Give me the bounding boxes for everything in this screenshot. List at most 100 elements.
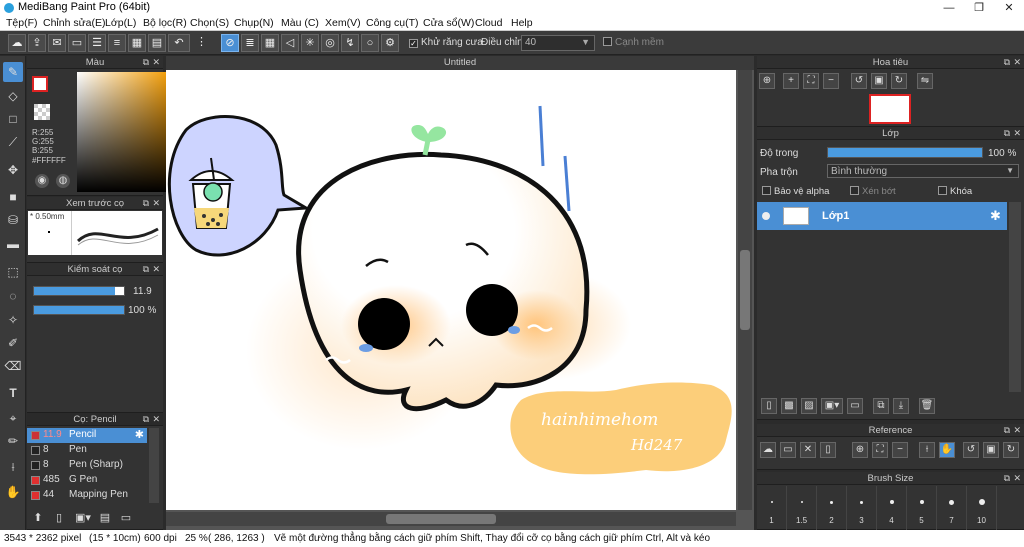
brush-size-preset[interactable]: 7 xyxy=(937,486,967,530)
layer-add-menu-icon[interactable]: ▣▾ xyxy=(821,398,843,414)
zoom-icon[interactable]: ⊕ xyxy=(852,442,868,458)
sharp-edge-checkbox[interactable]: Cạnh mềm xyxy=(603,37,664,48)
menu-window[interactable]: Cửa sổ(W) xyxy=(423,17,474,29)
brush-menu-icon[interactable]: ▣▾ xyxy=(73,511,93,527)
layer-row[interactable]: Lớp1 ✱ xyxy=(757,202,1007,230)
menu-edit[interactable]: Chỉnh sửa(E) xyxy=(43,17,105,29)
popout-icon[interactable]: ⧉ xyxy=(143,197,149,210)
parallel-snap-icon[interactable]: ≣ xyxy=(241,34,259,52)
adjust-dropdown[interactable]: 40 ▼ xyxy=(521,35,595,51)
rectangle-tool-icon[interactable]: □ xyxy=(3,109,23,129)
maximize-button[interactable]: ❐ xyxy=(964,0,994,16)
navigator-thumbnail[interactable] xyxy=(869,94,911,124)
circle-snap-icon[interactable]: ○ xyxy=(361,34,379,52)
fit-icon[interactable]: ⛶ xyxy=(803,73,819,89)
layer-opacity-slider[interactable] xyxy=(827,147,983,158)
new-brush-icon[interactable]: ▯ xyxy=(51,511,67,527)
brush-tool-icon[interactable]: ✎ xyxy=(3,62,23,82)
rotate-right-icon[interactable]: ↻ xyxy=(891,73,907,89)
color-wheel-icon[interactable]: ◍ xyxy=(56,174,70,188)
menu-cloud[interactable]: Cloud xyxy=(475,17,502,29)
select-tool-icon[interactable]: ⬚ xyxy=(3,262,23,282)
divide-tool-icon[interactable]: ✏ xyxy=(3,431,23,451)
popout-icon[interactable]: ⧉ xyxy=(1004,424,1010,437)
new-layer-icon[interactable]: ▯ xyxy=(761,398,777,414)
brush-list-item[interactable]: 11.9 Pencil ✱ xyxy=(27,428,147,443)
merge-layer-icon[interactable]: ⤓ xyxy=(893,398,909,414)
brush-size-preset[interactable]: 1 xyxy=(757,486,787,530)
brush-size-preset[interactable]: 1.5 xyxy=(787,486,817,530)
vanishing-snap-icon[interactable]: ◁ xyxy=(281,34,299,52)
folder-icon[interactable]: ▭ xyxy=(118,511,134,527)
brush-size-preset[interactable]: 10 xyxy=(967,486,997,530)
brush-size-preset[interactable]: 5 xyxy=(907,486,937,530)
layout-icon[interactable]: ▤ xyxy=(148,34,166,52)
horizontal-scroll-thumb[interactable] xyxy=(386,514,496,524)
brush-list-item[interactable]: 8 Pen xyxy=(27,443,147,458)
menu-select[interactable]: Chọn(S) xyxy=(190,17,229,29)
comment-icon[interactable]: ▭ xyxy=(68,34,86,52)
menu-snap[interactable]: Chụp(N) xyxy=(234,17,274,29)
brush-size-preset[interactable]: 3 xyxy=(847,486,877,530)
hand-tool-icon[interactable]: ✋ xyxy=(3,482,23,502)
gradient-tool-icon[interactable]: ▬ xyxy=(3,234,23,254)
zoom-out-icon[interactable]: − xyxy=(892,442,908,458)
popout-icon[interactable]: ⧉ xyxy=(1004,56,1010,69)
saturation-value-picker[interactable] xyxy=(77,72,171,192)
close-icon[interactable]: ✕ xyxy=(152,413,160,426)
brush-list-item[interactable]: 485 G Pen xyxy=(27,473,147,488)
text-tool-icon[interactable]: T xyxy=(3,383,23,403)
menu-file[interactable]: Tệp(F) xyxy=(6,17,38,29)
close-icon[interactable]: ✕ xyxy=(1013,472,1021,485)
cloud-icon[interactable]: ☁ xyxy=(8,34,26,52)
menu-view[interactable]: Xem(V) xyxy=(325,17,361,29)
delete-layer-icon[interactable]: 🗑 xyxy=(919,398,935,414)
foreground-color-swatch[interactable] xyxy=(32,76,48,92)
close-icon[interactable]: ✕ xyxy=(152,197,160,210)
radial-snap-icon[interactable]: ✳ xyxy=(301,34,319,52)
zoom-out-icon[interactable]: − xyxy=(823,73,839,89)
lock-checkbox[interactable]: Khóa xyxy=(938,186,972,197)
magic-wand-icon[interactable]: ✧ xyxy=(3,310,23,330)
close-reference-icon[interactable]: ✕ xyxy=(800,442,816,458)
blend-mode-dropdown[interactable]: Bình thường ▼ xyxy=(827,164,1019,178)
brush-size-preset[interactable]: 2 xyxy=(817,486,847,530)
close-icon[interactable]: ✕ xyxy=(1013,56,1021,69)
close-icon[interactable]: ✕ xyxy=(1013,424,1021,437)
close-icon[interactable]: ✕ xyxy=(152,56,160,69)
select-pen-icon[interactable]: ✐ xyxy=(3,333,23,353)
flip-icon[interactable]: ⇋ xyxy=(917,73,933,89)
vertical-scroll-thumb[interactable] xyxy=(740,250,750,330)
reset-rotation-icon[interactable]: ▣ xyxy=(871,73,887,89)
brush-size-slider[interactable] xyxy=(33,286,125,296)
lasso-tool-icon[interactable]: ◌ xyxy=(3,286,23,306)
protect-alpha-checkbox[interactable]: Bảo vệ alpha xyxy=(762,186,829,197)
popout-icon[interactable]: ⧉ xyxy=(143,56,149,69)
fill-rect-tool-icon[interactable]: ■ xyxy=(3,187,23,207)
new-1bit-layer-icon[interactable]: ▨ xyxy=(801,398,817,414)
open-folder-icon[interactable]: ▭ xyxy=(780,442,796,458)
duplicate-layer-icon[interactable]: ⧉ xyxy=(873,398,889,414)
hand-icon[interactable]: ✋ xyxy=(939,442,955,458)
upload-icon[interactable]: ⇪ xyxy=(28,34,46,52)
concentric-snap-icon[interactable]: ◎ xyxy=(321,34,339,52)
reset-rotation-icon[interactable]: ▣ xyxy=(983,442,999,458)
clipping-checkbox[interactable]: Xén bớt xyxy=(850,186,896,197)
popout-icon[interactable]: ⧉ xyxy=(143,263,149,276)
add-brush-icon[interactable]: ⬆ xyxy=(30,511,46,527)
copy-brush-icon[interactable]: ▤ xyxy=(97,511,113,527)
horizontal-scrollbar[interactable] xyxy=(166,512,736,526)
menu-layer[interactable]: Lớp(L) xyxy=(105,17,136,29)
layer-folder-icon[interactable]: ▭ xyxy=(847,398,863,414)
menu-filter[interactable]: Bộ lọc(R) xyxy=(143,17,187,29)
layer-settings-icon[interactable]: ✱ xyxy=(990,208,1001,224)
brush-settings-icon[interactable]: ✱ xyxy=(135,428,144,441)
rotate-left-icon[interactable]: ↺ xyxy=(963,442,979,458)
document-icon[interactable]: ▯ xyxy=(820,442,836,458)
line-tool-icon[interactable]: ⟋ xyxy=(3,132,23,152)
close-icon[interactable]: ✕ xyxy=(152,263,160,276)
chat-icon[interactable]: ✉ xyxy=(48,34,66,52)
upload-reference-icon[interactable]: ☁ xyxy=(760,442,776,458)
crisscross-snap-icon[interactable]: ▦ xyxy=(261,34,279,52)
popout-icon[interactable]: ⧉ xyxy=(1004,472,1010,485)
